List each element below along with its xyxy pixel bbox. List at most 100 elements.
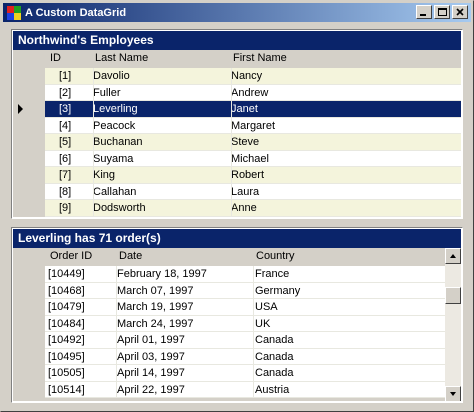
table-row[interactable]: [1] Davolio Nancy <box>45 68 461 85</box>
cell-last-name[interactable]: Davolio <box>93 68 130 84</box>
column-header-last-name[interactable]: Last Name <box>95 50 148 67</box>
cell-date[interactable]: March 24, 1997 <box>117 316 193 332</box>
app-icon[interactable] <box>6 5 22 21</box>
table-row[interactable]: [4] Peacock Margaret <box>45 117 461 134</box>
table-row[interactable]: [10514] April 22, 1997 Austria <box>45 381 447 398</box>
table-row[interactable]: [10492] April 01, 1997 Canada <box>45 332 447 349</box>
cell-last-name[interactable]: Peacock <box>93 118 135 134</box>
scroll-down-button[interactable] <box>445 386 461 401</box>
cell-country[interactable]: Canada <box>255 349 294 365</box>
cell-id[interactable]: [7] <box>59 167 71 183</box>
column-header-order-id[interactable]: Order ID <box>50 248 92 265</box>
table-row[interactable]: [7] King Robert <box>45 167 461 184</box>
orders-datagrid[interactable]: Leverling has 71 order(s) Order ID Date … <box>11 227 463 403</box>
title-bar[interactable]: A Custom DataGrid <box>3 3 471 22</box>
cell-first-name[interactable]: Janet <box>231 101 258 117</box>
employees-datagrid[interactable]: Northwind's Employees ID Last Name First… <box>11 29 463 219</box>
cell-first-name[interactable]: Robert <box>231 167 264 183</box>
cell-country[interactable]: Canada <box>255 365 294 381</box>
cell-order-id[interactable]: [10492] <box>48 332 85 348</box>
cell-first-name[interactable]: Anne <box>231 200 257 216</box>
cell-id[interactable]: [1] <box>59 68 71 84</box>
cell-id[interactable]: [6] <box>59 151 71 167</box>
cell-last-name[interactable]: Fuller <box>93 85 121 101</box>
cell-first-name[interactable]: Margaret <box>231 118 275 134</box>
maximize-icon <box>438 8 447 16</box>
cell-first-name[interactable]: Andrew <box>231 85 268 101</box>
table-row[interactable]: [9] Dodsworth Anne <box>45 200 461 217</box>
cell-last-name[interactable]: Leverling <box>93 101 138 117</box>
minimize-icon <box>420 14 426 16</box>
cell-last-name[interactable]: Suyama <box>93 151 133 167</box>
cell-last-name[interactable]: Dodsworth <box>93 200 146 216</box>
table-row[interactable]: [10495] April 03, 1997 Canada <box>45 348 447 365</box>
cell-country[interactable]: UK <box>255 316 270 332</box>
employees-caption: Northwind's Employees <box>13 31 461 50</box>
row-header-column <box>13 265 44 401</box>
cell-order-id[interactable]: [10505] <box>48 365 85 381</box>
column-divider <box>116 266 117 398</box>
minimize-button[interactable] <box>416 5 432 19</box>
cell-id[interactable]: [5] <box>59 134 71 150</box>
cell-last-name[interactable]: King <box>93 167 115 183</box>
orders-vertical-scrollbar[interactable] <box>445 248 461 401</box>
cell-date[interactable]: March 19, 1997 <box>117 299 193 315</box>
scroll-thumb[interactable] <box>445 287 461 304</box>
cell-date[interactable]: February 18, 1997 <box>117 266 207 282</box>
cell-country[interactable]: Canada <box>255 332 294 348</box>
current-row-indicator-icon <box>18 104 23 114</box>
arrow-up-icon <box>450 254 456 258</box>
cell-date[interactable]: April 14, 1997 <box>117 365 185 381</box>
arrow-down-icon <box>450 392 456 396</box>
table-row[interactable]: [2] Fuller Andrew <box>45 84 461 101</box>
cell-date[interactable]: April 01, 1997 <box>117 332 185 348</box>
maximize-button[interactable] <box>434 5 450 19</box>
cell-id[interactable]: [8] <box>59 184 71 200</box>
column-header-first-name[interactable]: First Name <box>233 50 287 67</box>
table-row[interactable]: [10479] March 19, 1997 USA <box>45 299 447 316</box>
cell-id[interactable]: [4] <box>59 118 71 134</box>
table-row[interactable]: [10449] February 18, 1997 France <box>45 266 447 283</box>
cell-first-name[interactable]: Michael <box>231 151 269 167</box>
scroll-up-button[interactable] <box>445 248 461 264</box>
table-row[interactable]: [5] Buchanan Steve <box>45 134 461 151</box>
cell-id[interactable]: [2] <box>59 85 71 101</box>
cell-order-id[interactable]: [10468] <box>48 283 85 299</box>
column-divider <box>253 266 254 398</box>
cell-date[interactable]: April 22, 1997 <box>117 382 185 398</box>
table-row[interactable]: [10484] March 24, 1997 UK <box>45 315 447 332</box>
orders-caption: Leverling has 71 order(s) <box>13 229 461 248</box>
column-header-date[interactable]: Date <box>119 248 142 265</box>
table-row[interactable]: [3] Leverling Janet <box>45 101 461 118</box>
table-row[interactable]: [8] Callahan Laura <box>45 183 461 200</box>
cell-country[interactable]: Austria <box>255 382 289 398</box>
cell-order-id[interactable]: [10484] <box>48 316 85 332</box>
cell-date[interactable]: April 03, 1997 <box>117 349 185 365</box>
row-header-column <box>13 67 44 217</box>
cell-order-id[interactable]: [10449] <box>48 266 85 282</box>
cell-order-id[interactable]: [10514] <box>48 382 85 398</box>
cell-first-name[interactable]: Steve <box>231 134 259 150</box>
cell-order-id[interactable]: [10479] <box>48 299 85 315</box>
cell-country[interactable]: Germany <box>255 283 300 299</box>
window-title: A Custom DataGrid <box>25 6 127 19</box>
cell-last-name[interactable]: Buchanan <box>93 134 143 150</box>
table-row[interactable]: [6] Suyama Michael <box>45 150 461 167</box>
cell-first-name[interactable]: Nancy <box>231 68 262 84</box>
column-divider <box>231 68 232 217</box>
cell-order-id[interactable]: [10495] <box>48 349 85 365</box>
cell-date[interactable]: March 07, 1997 <box>117 283 193 299</box>
close-button[interactable] <box>452 5 468 19</box>
cell-id[interactable]: [3] <box>59 101 71 117</box>
table-row[interactable]: [10468] March 07, 1997 Germany <box>45 282 447 299</box>
table-row[interactable]: [10505] April 14, 1997 Canada <box>45 365 447 382</box>
cell-country[interactable]: France <box>255 266 289 282</box>
close-icon <box>456 8 464 16</box>
column-header-id[interactable]: ID <box>50 50 61 67</box>
cell-last-name[interactable]: Callahan <box>93 184 136 200</box>
column-header-country[interactable]: Country <box>256 248 295 265</box>
cell-first-name[interactable]: Laura <box>231 184 259 200</box>
cell-id[interactable]: [9] <box>59 200 71 216</box>
cell-country[interactable]: USA <box>255 299 278 315</box>
column-divider <box>93 68 94 217</box>
